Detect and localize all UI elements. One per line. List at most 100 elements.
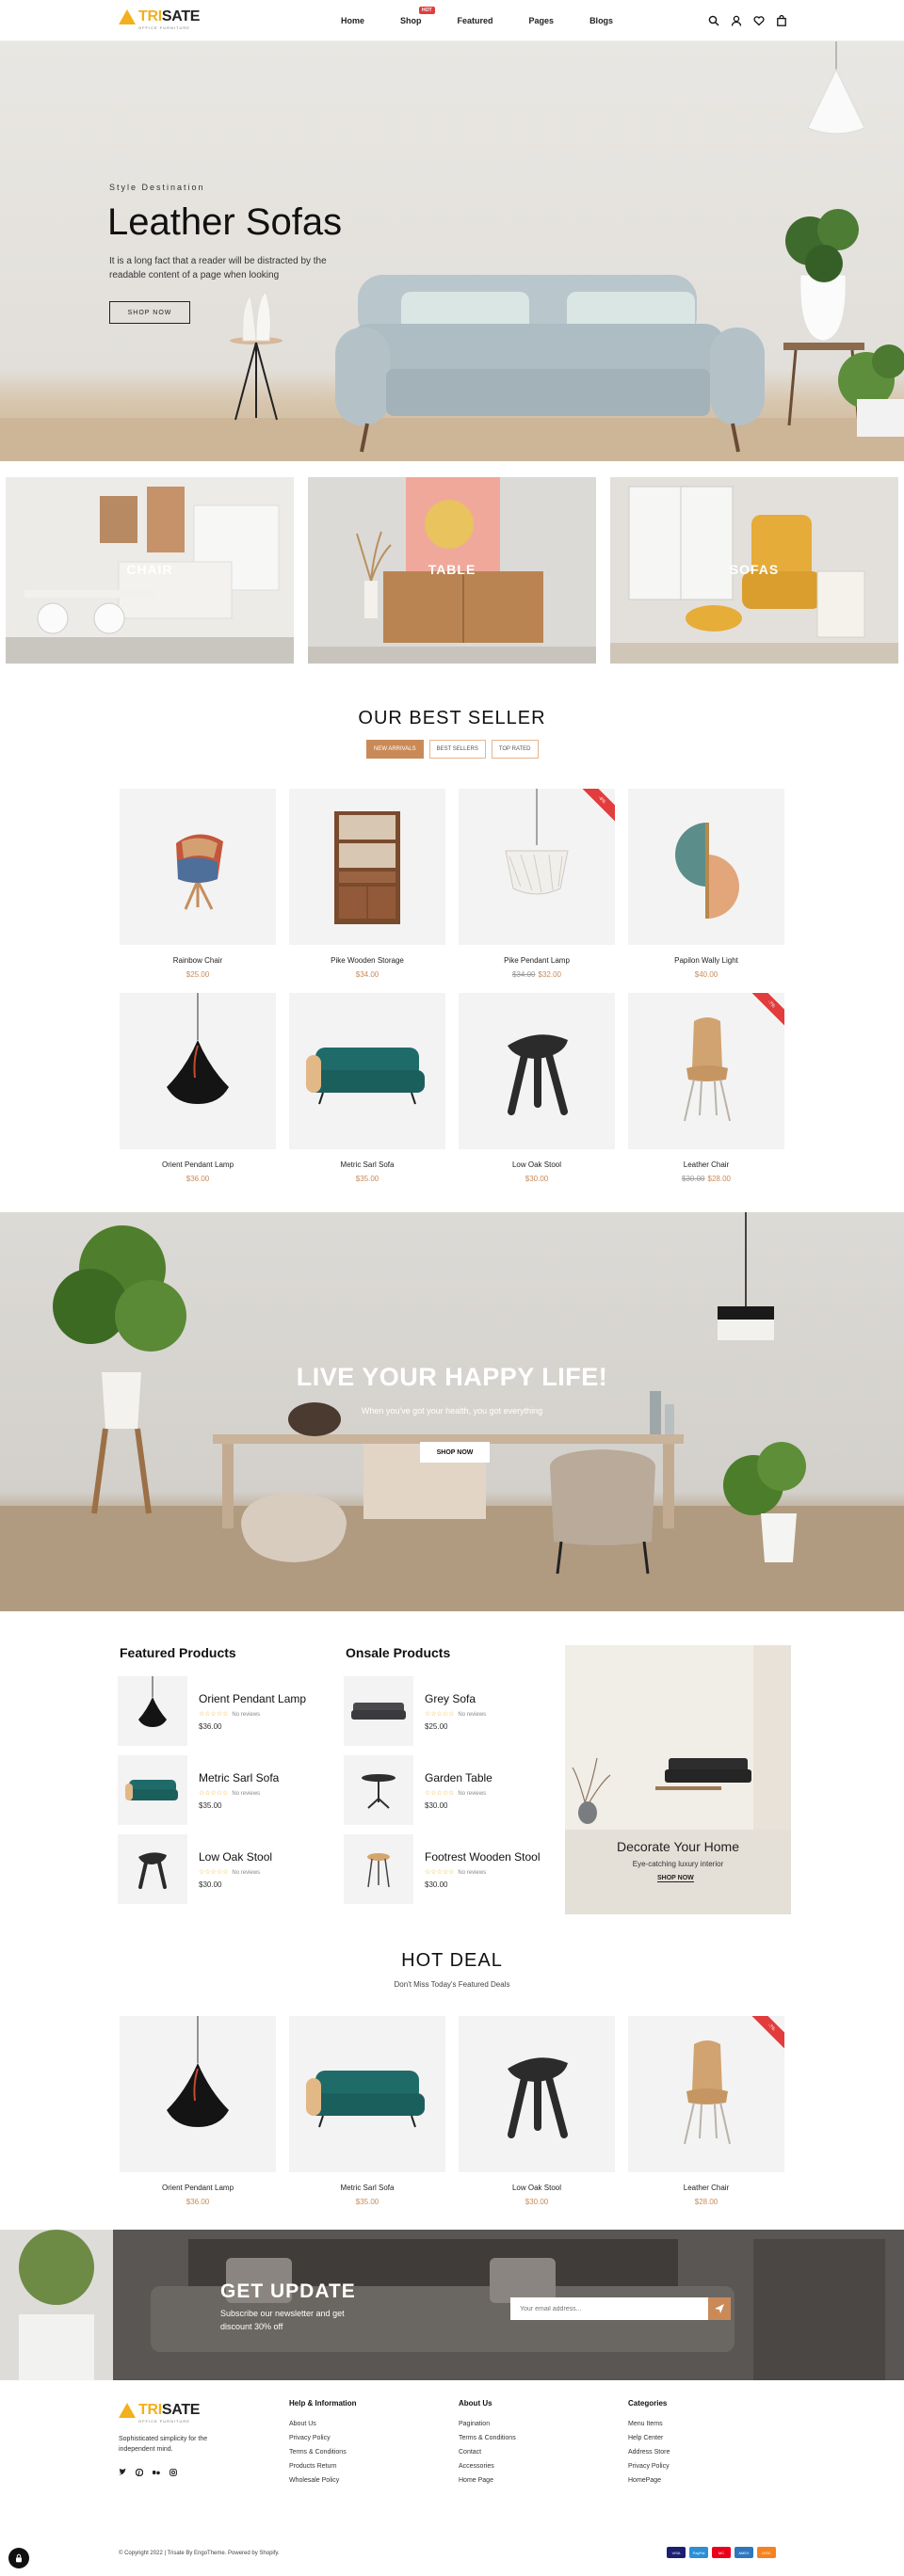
- product-image[interactable]: -7%: [628, 2016, 784, 2172]
- product-name[interactable]: Grey Sofa: [425, 1692, 486, 1705]
- product-card[interactable]: Orient Pendant Lamp $36.00: [120, 993, 276, 1183]
- product-thumbnail[interactable]: [344, 1755, 413, 1825]
- twitter-icon[interactable]: [119, 2464, 126, 2475]
- product-name[interactable]: Garden Table: [425, 1771, 492, 1784]
- nav-featured[interactable]: Featured: [458, 16, 493, 25]
- product-name[interactable]: Orient Pendant Lamp: [199, 1692, 306, 1705]
- product-card[interactable]: -7% Leather Chair $28.00: [628, 2016, 784, 2206]
- user-icon[interactable]: [731, 14, 742, 26]
- product-thumbnail[interactable]: [344, 1834, 413, 1904]
- product-name[interactable]: Metric Sarl Sofa: [289, 2184, 445, 2192]
- tab-best-sellers[interactable]: BEST SELLERS: [428, 740, 486, 759]
- onsale-item[interactable]: Grey Sofa ☆☆☆☆☆ No reviews $25.00: [344, 1675, 551, 1747]
- promo-shop-now-button[interactable]: SHOP NOW: [657, 1875, 694, 1882]
- product-image[interactable]: [120, 993, 276, 1149]
- onsale-item[interactable]: Garden Table ☆☆☆☆☆ No reviews $30.00: [344, 1754, 551, 1826]
- product-thumbnail[interactable]: [118, 1755, 187, 1825]
- product-name[interactable]: Metric Sarl Sofa: [199, 1771, 279, 1784]
- footer-column-categories: Categories Menu Items Help Center Addres…: [628, 2399, 670, 2491]
- footer-link[interactable]: Privacy Policy: [628, 2463, 670, 2470]
- decorate-home-promo[interactable]: Decorate Your Home Eye-catching luxury i…: [565, 1645, 791, 1914]
- footer-link[interactable]: Terms & Conditions: [289, 2449, 357, 2456]
- product-image[interactable]: -7%: [628, 993, 784, 1149]
- product-image[interactable]: -6%: [459, 789, 615, 945]
- instagram-icon[interactable]: [170, 2464, 177, 2476]
- product-name[interactable]: Low Oak Stool: [199, 1850, 272, 1864]
- product-name[interactable]: Leather Chair: [628, 1160, 784, 1169]
- product-card[interactable]: Pike Wooden Storage $34.00: [289, 789, 445, 979]
- bag-icon[interactable]: [776, 14, 787, 26]
- nav-home[interactable]: Home: [341, 16, 364, 25]
- footer-link[interactable]: Address Store: [628, 2449, 670, 2456]
- search-icon[interactable]: [708, 14, 719, 26]
- product-name[interactable]: Pike Wooden Storage: [289, 956, 445, 965]
- product-card[interactable]: Low Oak Stool $30.00: [459, 993, 615, 1183]
- featured-item[interactable]: Low Oak Stool ☆☆☆☆☆ No reviews $30.00: [118, 1833, 325, 1905]
- footer-link[interactable]: About Us: [289, 2421, 357, 2427]
- footer-link[interactable]: Pagination: [459, 2421, 516, 2427]
- featured-item[interactable]: Metric Sarl Sofa ☆☆☆☆☆ No reviews $35.00: [118, 1754, 325, 1826]
- product-name[interactable]: Footrest Wooden Stool: [425, 1850, 541, 1864]
- product-thumbnail[interactable]: [118, 1676, 187, 1746]
- product-card[interactable]: Rainbow Chair $25.00: [120, 789, 276, 979]
- footer-link[interactable]: Wholesale Policy: [289, 2477, 357, 2484]
- footer-link[interactable]: Privacy Policy: [289, 2435, 357, 2441]
- footer-link[interactable]: Menu Items: [628, 2421, 670, 2427]
- product-image[interactable]: [289, 789, 445, 945]
- product-card[interactable]: Metric Sarl Sofa $35.00: [289, 2016, 445, 2206]
- tab-new-arrivals[interactable]: NEW ARRIVALS: [366, 740, 424, 759]
- product-name[interactable]: Papilon Wally Light: [628, 956, 784, 965]
- footer-link[interactable]: HomePage: [628, 2477, 670, 2484]
- product-price: $30.00: [199, 1880, 222, 1889]
- product-card[interactable]: Low Oak Stool $30.00: [459, 2016, 615, 2206]
- newsletter-email-input[interactable]: [510, 2297, 708, 2320]
- product-image[interactable]: [120, 2016, 276, 2172]
- tab-top-rated[interactable]: TOP RATED: [491, 740, 539, 759]
- product-name[interactable]: Pike Pendant Lamp: [459, 956, 615, 965]
- footer-link[interactable]: Contact: [459, 2449, 516, 2456]
- product-card[interactable]: -7% Leather Chair $30.00 $28.00: [628, 993, 784, 1183]
- product-name[interactable]: Low Oak Stool: [459, 1160, 615, 1169]
- hero-shop-now-button[interactable]: SHOP NOW: [109, 301, 190, 324]
- behance-icon[interactable]: [153, 2464, 160, 2475]
- category-tile-table[interactable]: TABLE: [308, 477, 596, 664]
- product-thumbnail[interactable]: [118, 1834, 187, 1904]
- featured-item[interactable]: Orient Pendant Lamp ☆☆☆☆☆ No reviews $36.…: [118, 1675, 325, 1747]
- onsale-item[interactable]: Footrest Wooden Stool ☆☆☆☆☆ No reviews $3…: [344, 1833, 551, 1905]
- product-image[interactable]: [120, 789, 276, 945]
- pinterest-icon[interactable]: [135, 2464, 144, 2477]
- footer-link[interactable]: Accessories: [459, 2463, 516, 2470]
- product-thumbnail[interactable]: [344, 1676, 413, 1746]
- product-name[interactable]: Leather Chair: [628, 2184, 784, 2192]
- product-image[interactable]: [289, 2016, 445, 2172]
- banner-shop-now-button[interactable]: SHOP NOW: [420, 1442, 490, 1463]
- nav-pages[interactable]: Pages: [529, 16, 555, 25]
- heart-icon[interactable]: [753, 14, 765, 26]
- footer-logo[interactable]: TRISATE OFFICE FURNITURE: [119, 2402, 200, 2424]
- footer-link[interactable]: Terms & Conditions: [459, 2435, 516, 2441]
- nav-blogs[interactable]: Blogs: [589, 16, 613, 25]
- logo-mark-icon: [119, 9, 136, 24]
- product-name[interactable]: Rainbow Chair: [120, 956, 276, 965]
- product-name[interactable]: Low Oak Stool: [459, 2184, 615, 2192]
- chat-button[interactable]: [8, 2548, 29, 2568]
- product-name[interactable]: Orient Pendant Lamp: [120, 2184, 276, 2192]
- product-image[interactable]: [459, 993, 615, 1149]
- category-tile-sofas[interactable]: SOFAS: [610, 477, 898, 664]
- product-card[interactable]: Papilon Wally Light $40.00: [628, 789, 784, 979]
- product-image[interactable]: [459, 2016, 615, 2172]
- logo[interactable]: TRISATE OFFICE FURNITURE: [119, 8, 200, 30]
- nav-shop[interactable]: Shop HOT: [400, 7, 435, 25]
- product-card[interactable]: Orient Pendant Lamp $36.00: [120, 2016, 276, 2206]
- footer-link[interactable]: Products Return: [289, 2463, 357, 2470]
- product-name[interactable]: Metric Sarl Sofa: [289, 1160, 445, 1169]
- product-card[interactable]: Metric Sarl Sofa $35.00: [289, 993, 445, 1183]
- product-image[interactable]: [289, 993, 445, 1149]
- footer-link[interactable]: Home Page: [459, 2477, 516, 2484]
- product-image[interactable]: [628, 789, 784, 945]
- product-name[interactable]: Orient Pendant Lamp: [120, 1160, 276, 1169]
- footer-link[interactable]: Help Center: [628, 2435, 670, 2441]
- newsletter-submit-button[interactable]: [708, 2297, 731, 2320]
- product-card[interactable]: -6% Pike Pendant Lamp $34.00 $32.00: [459, 789, 615, 979]
- category-tile-chair[interactable]: CHAIR: [6, 477, 294, 664]
